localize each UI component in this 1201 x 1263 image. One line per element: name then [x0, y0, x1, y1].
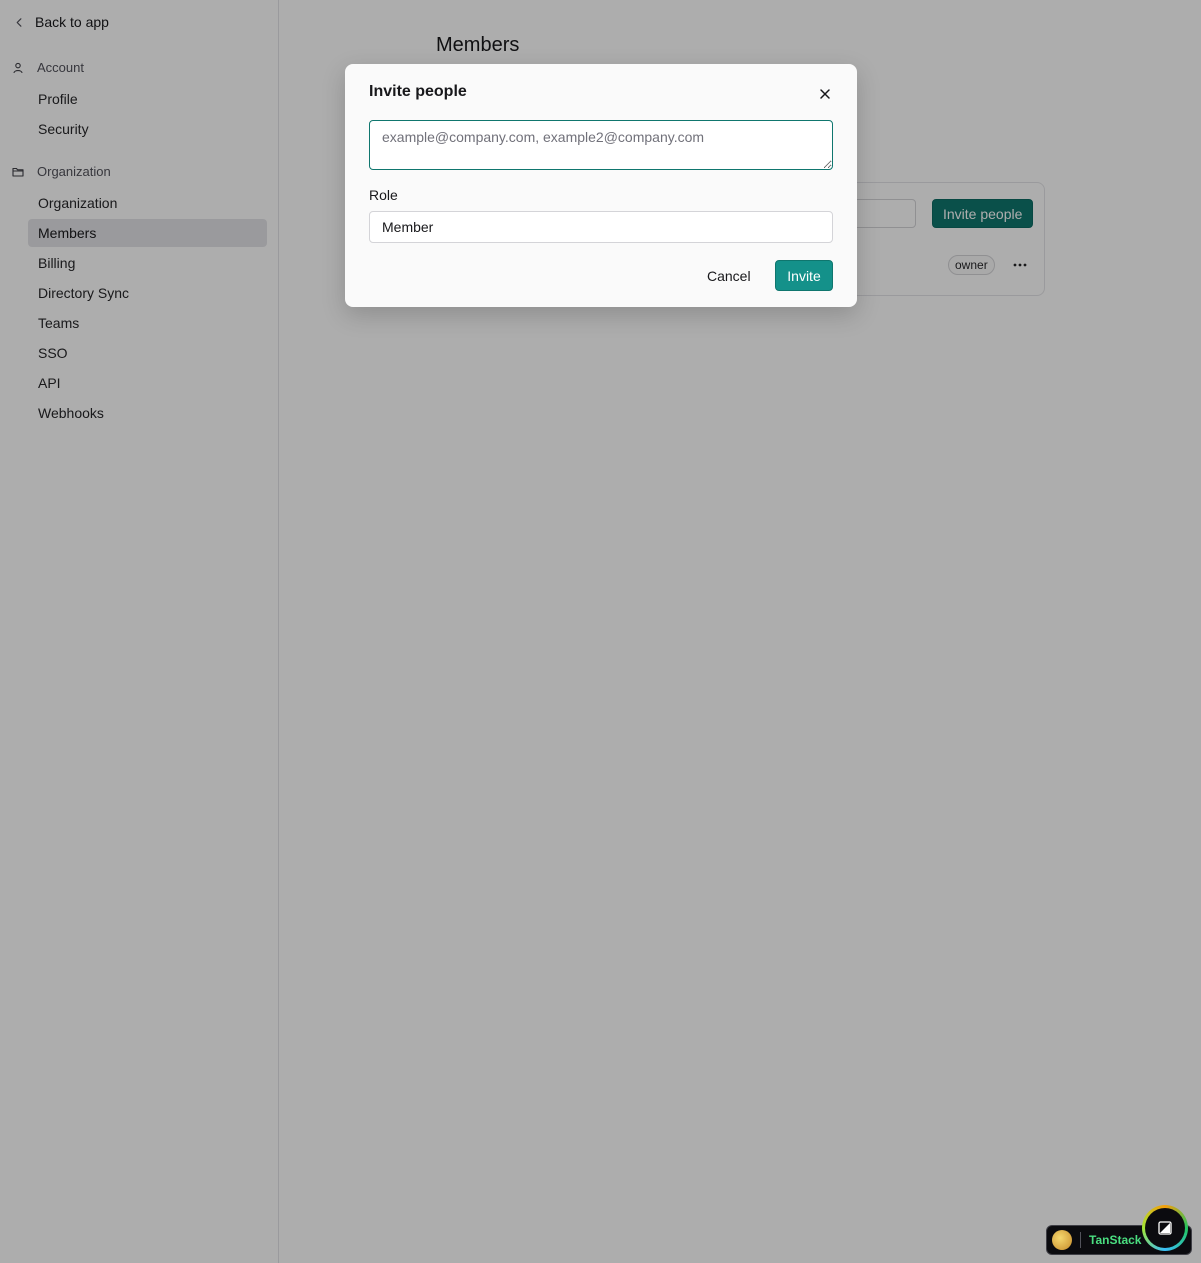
- invite-people-dialog: Invite people Role Member Cancel Invite: [345, 64, 857, 307]
- devtools-toggle-button[interactable]: [1142, 1205, 1188, 1251]
- tanstack-logo-icon: [1052, 1230, 1072, 1250]
- invite-button[interactable]: Invite: [775, 260, 833, 291]
- devtools-toggle-inner: [1145, 1208, 1185, 1248]
- tanstack-label: TanStack: [1089, 1233, 1142, 1247]
- devtools-icon: [1158, 1221, 1172, 1235]
- cancel-button[interactable]: Cancel: [696, 260, 762, 291]
- role-label: Role: [369, 187, 398, 203]
- close-icon: [820, 89, 830, 99]
- close-button[interactable]: [817, 86, 833, 102]
- role-select[interactable]: Member: [369, 211, 833, 243]
- divider: [1080, 1232, 1081, 1248]
- emails-input[interactable]: [369, 120, 833, 170]
- dialog-title: Invite people: [369, 83, 467, 100]
